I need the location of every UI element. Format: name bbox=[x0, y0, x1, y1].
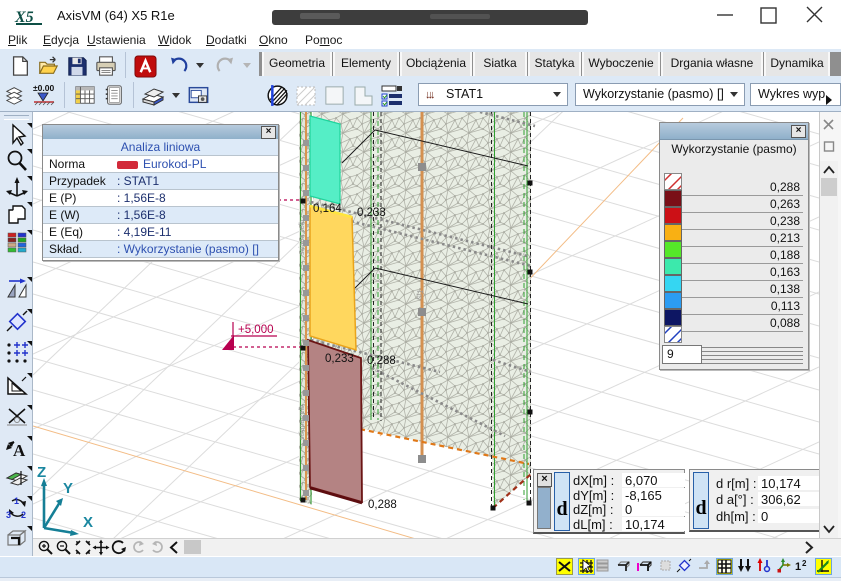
svg-text:sciana zelb: sciana zelb bbox=[299, 405, 306, 440]
svg-text:0,233: 0,233 bbox=[325, 353, 354, 365]
svg-text:1: 1 bbox=[795, 561, 801, 573]
svg-text:1: 1 bbox=[14, 496, 19, 506]
svg-text:Z: Z bbox=[37, 464, 46, 481]
svg-text:2: 2 bbox=[802, 559, 807, 568]
svg-text:0,233: 0,233 bbox=[357, 207, 386, 219]
svg-text:0,288: 0,288 bbox=[367, 355, 396, 367]
svg-text:+5,000: +5,000 bbox=[238, 324, 274, 336]
svg-text:3: 3 bbox=[6, 510, 11, 520]
svg-text:0,288: 0,288 bbox=[368, 499, 397, 511]
svg-text:A: A bbox=[13, 441, 26, 460]
svg-text:X: X bbox=[83, 514, 93, 531]
svg-text:sciana zelb: sciana zelb bbox=[299, 220, 306, 255]
svg-text:2: 2 bbox=[21, 510, 26, 520]
svg-text:±0.00: ±0.00 bbox=[33, 83, 54, 93]
svg-text:Y: Y bbox=[63, 480, 73, 497]
svg-text:0,164: 0,164 bbox=[313, 203, 342, 215]
